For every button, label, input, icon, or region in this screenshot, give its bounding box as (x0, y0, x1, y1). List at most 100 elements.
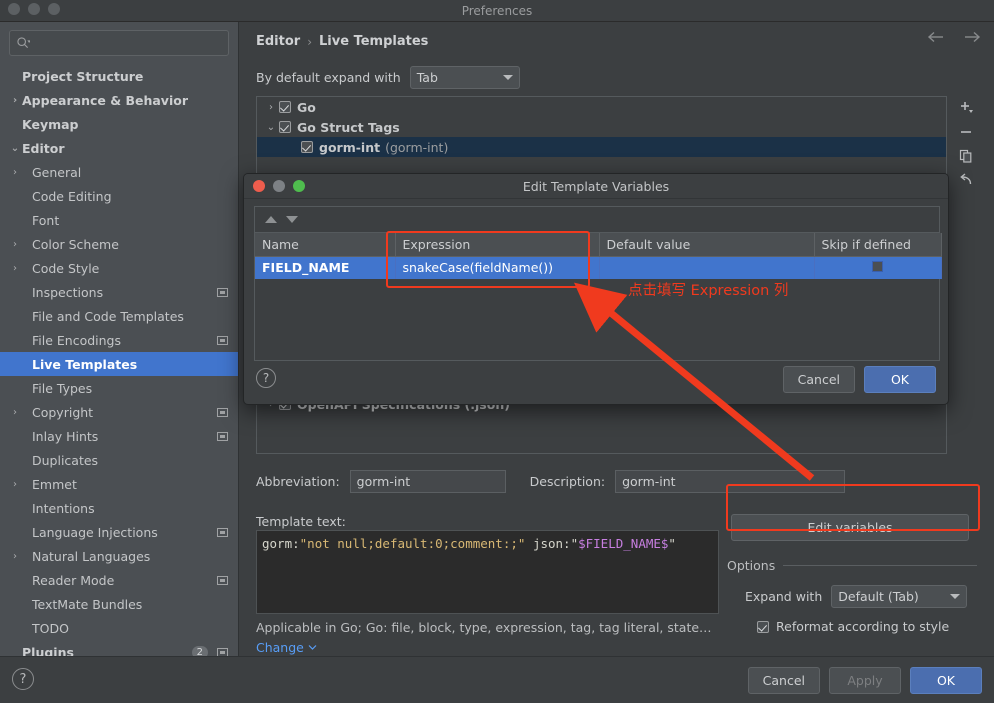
sidebar-item-font[interactable]: ›Font (0, 208, 238, 232)
template-enabled-checkbox[interactable] (279, 121, 291, 133)
template-enabled-checkbox[interactable] (301, 141, 313, 153)
reformat-option-row[interactable]: Reformat according to style (727, 619, 977, 634)
search-input[interactable] (30, 35, 222, 51)
template-text-label: Template text: (256, 514, 346, 529)
sidebar-item-code-style[interactable]: › Code Style (0, 256, 238, 280)
add-template-button[interactable] (953, 96, 979, 120)
template-name: gorm-int (319, 139, 381, 155)
template-enabled-checkbox[interactable] (279, 101, 291, 113)
chevron-right-icon[interactable]: › (8, 551, 22, 562)
template-tree-row[interactable]: gorm-int (gorm-int) (257, 137, 946, 157)
sidebar-item-keymap[interactable]: ›Keymap (0, 112, 238, 136)
description-input[interactable] (615, 470, 846, 493)
sidebar-item-todo[interactable]: ›TODO (0, 616, 238, 640)
variables-column-header[interactable]: Expression (395, 233, 600, 257)
project-scope-icon (217, 431, 228, 441)
chevron-down-icon (308, 645, 317, 650)
variables-table-header: Name Expression Default value Skip if defin… (255, 233, 942, 257)
chevron-down-icon[interactable]: ⌄ (8, 143, 22, 154)
chevron-right-icon[interactable]: › (8, 263, 22, 274)
sidebar-item-file-encodings[interactable]: ›File Encodings (0, 328, 238, 352)
chevron-right-icon[interactable]: › (8, 95, 22, 106)
variables-column-header[interactable]: Name (255, 233, 396, 257)
default-expand-value: Tab (416, 70, 438, 85)
help-button[interactable]: ? (12, 668, 34, 690)
sidebar-item-general[interactable]: › General (0, 160, 238, 184)
sidebar-item-appearance-behavior[interactable]: › Appearance & Behavior (0, 88, 238, 112)
chevron-right-icon[interactable]: › (263, 102, 279, 113)
cancel-button[interactable]: Cancel (747, 667, 820, 694)
variables-table-body[interactable]: FIELD_NAME snakeCase(fieldName()) (255, 256, 942, 279)
search-box[interactable] (9, 30, 229, 56)
project-scope-icon (217, 335, 228, 345)
sidebar-item-file-types[interactable]: ›File Types (0, 376, 238, 400)
chevron-right-icon[interactable]: › (8, 407, 22, 418)
template-text-editor[interactable]: gorm:"not null;default:0;comment:;" json… (256, 530, 719, 614)
project-scope-icon (217, 647, 228, 656)
sidebar-item-reader-mode[interactable]: ›Reader Mode (0, 568, 238, 592)
sidebar-item-label: TextMate Bundles (32, 596, 143, 612)
chevron-right-icon[interactable]: › (8, 479, 22, 490)
sidebar-item-intentions[interactable]: ›Intentions (0, 496, 238, 520)
chevron-right-icon[interactable]: › (8, 167, 22, 178)
variables-column-header[interactable]: Default value (599, 233, 815, 257)
default-expand-select[interactable]: Tab (409, 66, 520, 89)
dialog-sort-toolbar (255, 207, 939, 233)
sidebar-item-file-and-code-templates[interactable]: ›File and Code Templates (0, 304, 238, 328)
variable-expression-cell[interactable]: snakeCase(fieldName()) (395, 256, 600, 279)
expand-with-value: Default (Tab) (838, 589, 919, 604)
variables-table[interactable]: Name Expression Default value Skip if defin… (255, 233, 942, 279)
sidebar-item-label: File Types (32, 380, 93, 396)
variables-table-row[interactable]: FIELD_NAME snakeCase(fieldName()) (255, 256, 942, 279)
sidebar-item-emmet[interactable]: › Emmet (0, 472, 238, 496)
forward-arrow-icon[interactable] (962, 30, 982, 44)
sidebar-item-editor[interactable]: ⌄ Editor (0, 136, 238, 160)
expand-with-select[interactable]: Default (Tab) (831, 585, 968, 608)
sidebar-item-live-templates[interactable]: ›Live Templates (0, 352, 238, 376)
template-tree-row[interactable]: › Go (257, 97, 946, 117)
apply-button[interactable]: Apply (829, 667, 901, 694)
dialog-help-button[interactable]: ? (256, 368, 276, 388)
skip-if-defined-checkbox[interactable] (872, 261, 883, 273)
ok-button[interactable]: OK (910, 667, 982, 694)
sidebar-item-textmate-bundles[interactable]: ›TextMate Bundles (0, 592, 238, 616)
sidebar-item-inspections[interactable]: ›Inspections (0, 280, 238, 304)
code-token-plain: json:" (525, 536, 579, 551)
search-container (0, 22, 238, 61)
variable-default-value-cell[interactable] (599, 256, 815, 279)
remove-template-button[interactable] (953, 120, 979, 144)
dialog-ok-button[interactable]: OK (864, 366, 936, 393)
sidebar-item-color-scheme[interactable]: › Color Scheme (0, 232, 238, 256)
sidebar-item-inlay-hints[interactable]: ›Inlay Hints (0, 424, 238, 448)
dialog-title: Edit Template Variables (522, 179, 670, 194)
sidebar-item-code-editing[interactable]: ›Code Editing (0, 184, 238, 208)
sidebar-item-copyright[interactable]: › Copyright (0, 400, 238, 424)
sidebar-item-language-injections[interactable]: ›Language Injections (0, 520, 238, 544)
sidebar-item-project-structure[interactable]: ›Project Structure (0, 64, 238, 88)
move-up-icon[interactable] (265, 216, 277, 223)
sidebar-item-natural-languages[interactable]: › Natural Languages (0, 544, 238, 568)
edit-variables-button[interactable]: Edit variables (731, 514, 969, 541)
abbreviation-input[interactable] (349, 470, 506, 493)
chevron-right-icon[interactable]: › (8, 239, 22, 250)
sidebar-item-plugins[interactable]: ›Plugins2 (0, 640, 238, 656)
template-tree-row[interactable]: ⌄ Go Struct Tags (257, 117, 946, 137)
variables-column-header[interactable]: Skip if defined (814, 233, 942, 257)
reformat-checkbox[interactable] (757, 620, 769, 633)
revert-template-button[interactable] (953, 168, 979, 192)
sidebar-item-label: Code Editing (32, 188, 112, 204)
annotation-note-text: 点击填写 Expression 列 (628, 283, 789, 299)
chevron-down-icon[interactable]: ⌄ (263, 122, 279, 133)
settings-sidebar[interactable]: ›Project Structure›Appearance & Behavior… (0, 22, 239, 656)
breadcrumb-root[interactable]: Editor (256, 34, 300, 49)
sidebar-item-label: Duplicates (32, 452, 99, 468)
variable-name-cell[interactable]: FIELD_NAME (255, 256, 396, 279)
change-context-link[interactable]: Change (256, 640, 317, 655)
sidebar-item-duplicates[interactable]: ›Duplicates (0, 448, 238, 472)
sidebar-tree[interactable]: ›Project Structure›Appearance & Behavior… (0, 61, 238, 656)
back-arrow-icon[interactable] (926, 30, 946, 44)
duplicate-template-button[interactable] (953, 144, 979, 168)
move-down-icon[interactable] (286, 216, 298, 223)
dialog-cancel-button[interactable]: Cancel (782, 366, 855, 393)
variable-skip-if-defined-cell[interactable] (814, 256, 942, 279)
